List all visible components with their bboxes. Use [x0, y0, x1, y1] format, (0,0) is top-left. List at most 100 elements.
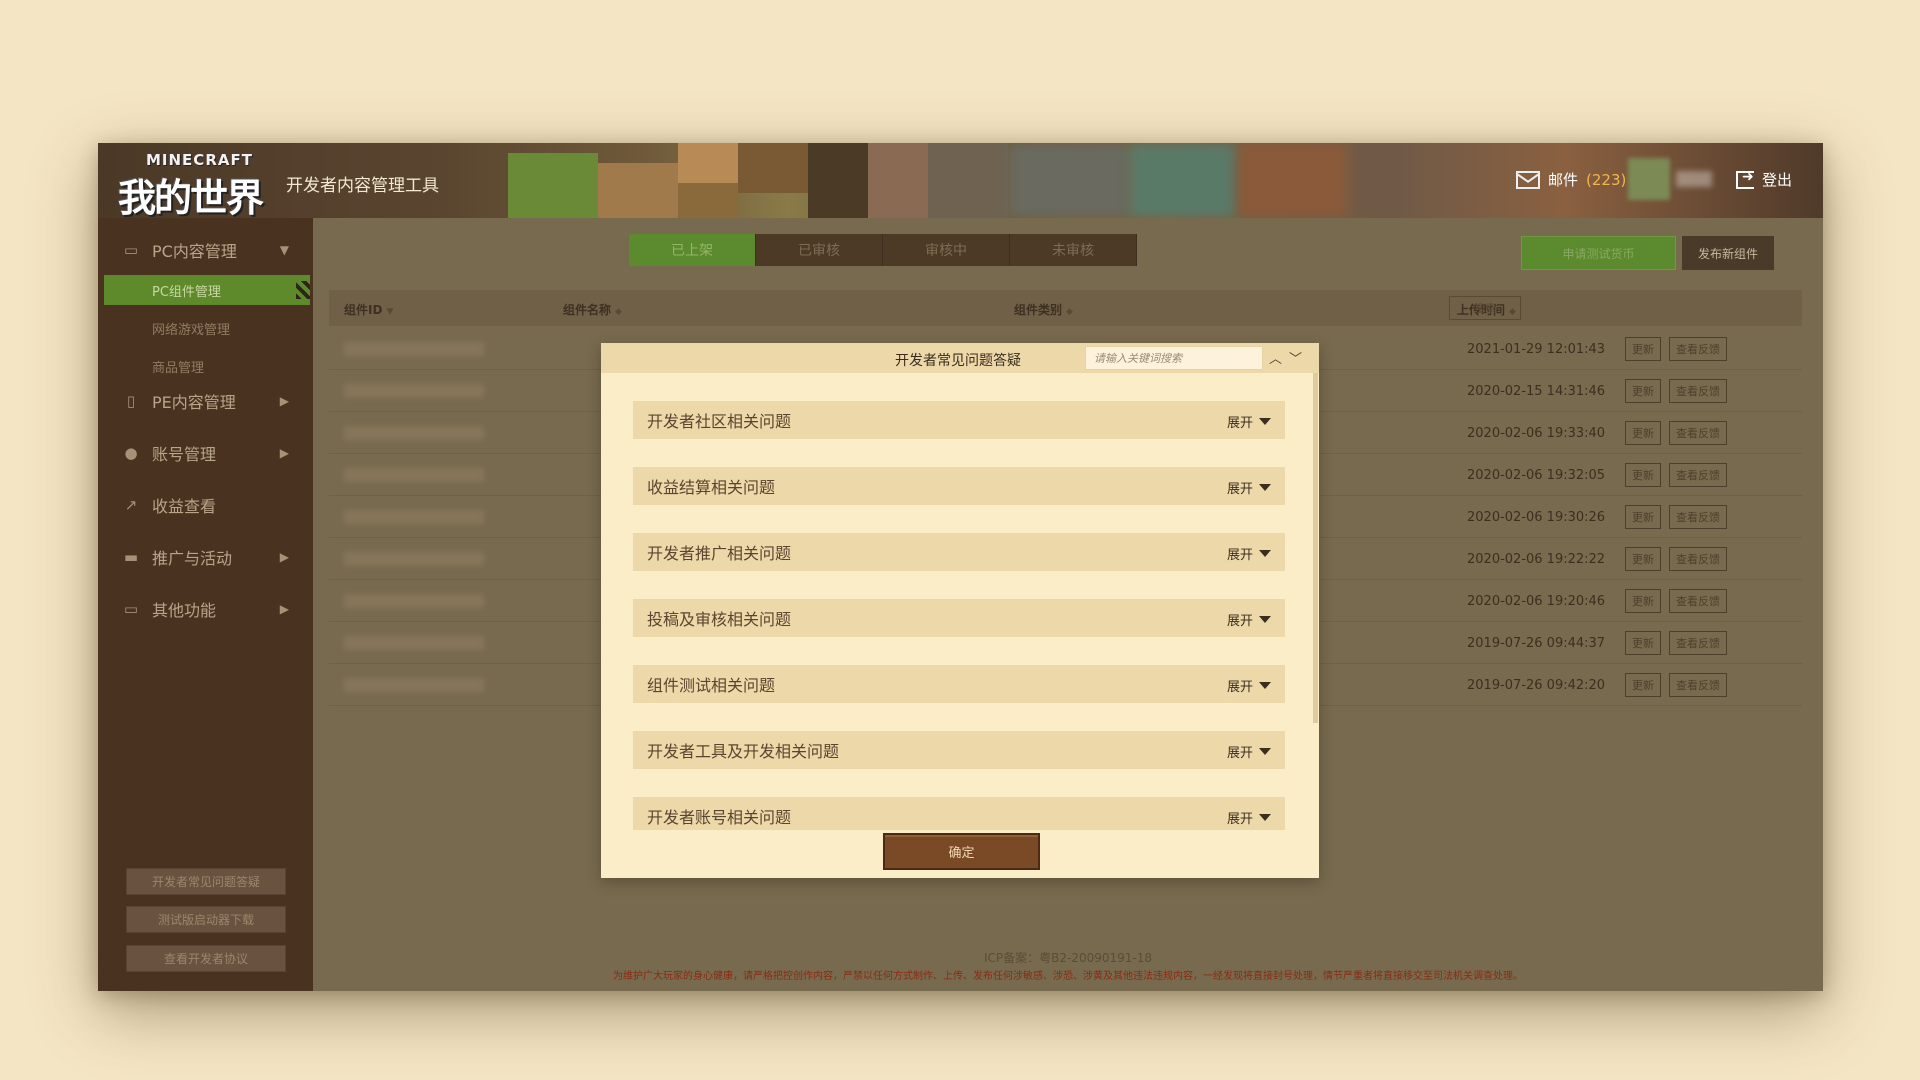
avatar[interactable] — [1628, 158, 1670, 200]
faq-item[interactable]: 开发者推广相关问题 展开 — [633, 533, 1285, 571]
expand-toggle[interactable]: 展开 — [1227, 412, 1271, 431]
update-button[interactable]: 更新 — [1625, 463, 1661, 487]
tab-listed[interactable]: 已上架 — [629, 234, 756, 266]
column-header-category[interactable]: 组件类别 ◆ — [1014, 301, 1073, 318]
blurred-id — [344, 342, 484, 356]
faq-label: 开发者社区相关问题 — [647, 412, 792, 431]
expand-toggle[interactable]: 展开 — [1227, 544, 1271, 563]
blurred-id — [344, 510, 484, 524]
blurred-id — [344, 678, 484, 692]
logo-cn: 我的世界 — [118, 176, 264, 218]
chevron-down-icon[interactable]: ﹀ — [1289, 348, 1302, 367]
publish-component-button[interactable]: 发布新组件 — [1682, 236, 1774, 270]
view-feedback-button[interactable]: 查看反馈 — [1669, 505, 1727, 529]
update-button[interactable]: 更新 — [1625, 505, 1661, 529]
tools-icon: ▭ — [123, 600, 139, 618]
faq-button[interactable]: 开发者常见问题答疑 — [126, 868, 286, 895]
expand-label: 展开 — [1226, 614, 1253, 629]
expand-toggle[interactable]: 展开 — [1227, 610, 1271, 629]
sidebar-item-other[interactable]: ▭ 其他功能 ▶ — [98, 591, 313, 627]
chevron-down-icon: ▼ — [279, 243, 289, 257]
confirm-button[interactable]: 确定 — [883, 833, 1040, 870]
faq-item[interactable]: 开发者账号相关问题 展开 — [633, 797, 1285, 830]
sidebar-item-pc[interactable]: ▭ PC内容管理 ▼ — [98, 232, 313, 268]
sidebar-subitem-network-games[interactable]: 网络游戏管理 — [104, 313, 310, 343]
expand-toggle[interactable]: 展开 — [1227, 676, 1271, 695]
tab-unreviewed[interactable]: 未审核 — [1010, 234, 1137, 266]
faq-item[interactable]: 收益结算相关问题 展开 — [633, 467, 1285, 505]
sidebar-item-label: PE内容管理 — [152, 393, 236, 412]
update-button[interactable]: 更新 — [1625, 421, 1661, 445]
table-header: 组件ID ▼ 组件名称 ◆ 组件类别 ◆ 上传时间 ◆ 搜索 — [329, 290, 1802, 326]
column-label: 组件名称 — [563, 303, 612, 317]
blurred-id — [344, 384, 484, 398]
sidebar-item-income[interactable]: ↗ 收益查看 — [98, 487, 313, 523]
view-feedback-button[interactable]: 查看反馈 — [1669, 421, 1727, 445]
sidebar-item-promo[interactable]: ▬ 推广与活动 ▶ — [98, 539, 313, 575]
tab-reviewing[interactable]: 审核中 — [883, 234, 1010, 266]
search-button[interactable]: 搜索 — [1449, 296, 1521, 320]
sort-icon: ▼ — [386, 307, 394, 317]
modal-header: 开发者常见问题答疑 请输入关键词搜索 ︿ ﹀ — [601, 343, 1319, 373]
logout-icon — [1736, 169, 1754, 189]
faq-modal: 开发者常见问题答疑 请输入关键词搜索 ︿ ﹀ 开发者社区相关问题 展开 收益结算… — [601, 343, 1319, 878]
upload-time: 2020-02-06 19:20:46 — [1467, 594, 1606, 609]
chevron-up-icon[interactable]: ︿ — [1269, 348, 1282, 367]
column-header-name[interactable]: 组件名称 ◆ — [563, 301, 622, 318]
view-feedback-button[interactable]: 查看反馈 — [1669, 337, 1727, 361]
sidebar-subitem-products[interactable]: 商品管理 — [104, 351, 310, 381]
update-button[interactable]: 更新 — [1625, 547, 1661, 571]
caret-down-icon — [1259, 616, 1271, 623]
logout-label: 登出 — [1762, 171, 1793, 189]
sidebar-item-label: 账号管理 — [152, 445, 217, 464]
update-button[interactable]: 更新 — [1625, 673, 1661, 697]
expand-toggle[interactable]: 展开 — [1227, 742, 1271, 761]
mail-link[interactable]: 邮件 (223) — [1516, 169, 1626, 190]
faq-item[interactable]: 投稿及审核相关问题 展开 — [633, 599, 1285, 637]
upload-time: 2020-02-06 19:32:05 — [1467, 468, 1606, 483]
view-feedback-button[interactable]: 查看反馈 — [1669, 673, 1727, 697]
header-bar: MINECRAFT 我的世界 开发者内容管理工具 邮件 (223) 登出 — [98, 143, 1823, 218]
blurred-id — [344, 426, 484, 440]
view-feedback-button[interactable]: 查看反馈 — [1669, 463, 1727, 487]
caret-down-icon — [1259, 418, 1271, 425]
expand-toggle[interactable]: 展开 — [1227, 478, 1271, 497]
logout-button[interactable]: 登出 — [1736, 169, 1792, 190]
faq-item[interactable]: 组件测试相关问题 展开 — [633, 665, 1285, 703]
view-feedback-button[interactable]: 查看反馈 — [1669, 631, 1727, 655]
update-button[interactable]: 更新 — [1625, 631, 1661, 655]
chevron-right-icon: ▶ — [279, 446, 289, 460]
view-feedback-button[interactable]: 查看反馈 — [1669, 589, 1727, 613]
chevron-right-icon: ▶ — [279, 394, 289, 408]
sidebar-item-label: PC内容管理 — [152, 242, 237, 261]
faq-item[interactable]: 开发者工具及开发相关问题 展开 — [633, 731, 1285, 769]
sidebar-subitem-pc-components[interactable]: PC组件管理 — [104, 275, 310, 305]
sidebar-item-pe[interactable]: ▯ PE内容管理 ▶ — [98, 383, 313, 419]
faq-search-input[interactable]: 请输入关键词搜索 — [1085, 346, 1263, 370]
faq-item[interactable]: 开发者社区相关问题 展开 — [633, 401, 1285, 439]
view-feedback-button[interactable]: 查看反馈 — [1669, 547, 1727, 571]
sidebar-item-label: 收益查看 — [152, 497, 217, 516]
apply-test-currency-button[interactable]: 申请测试货币 — [1521, 236, 1676, 270]
content-warning: 为维护广大玩家的身心健康，请严格把控创作内容，严禁以任何方式制作、上传、发布任何… — [613, 971, 1523, 982]
launcher-download-button[interactable]: 测试版启动器下载 — [126, 906, 286, 933]
sidebar-item-label: 其他功能 — [152, 601, 217, 620]
tab-approved[interactable]: 已审核 — [756, 234, 883, 266]
caret-down-icon — [1259, 682, 1271, 689]
sidebar-item-account[interactable]: ● 账号管理 ▶ — [98, 435, 313, 471]
caret-down-icon — [1259, 550, 1271, 557]
minecraft-logo[interactable]: MINECRAFT 我的世界 — [118, 151, 268, 218]
column-header-id[interactable]: 组件ID ▼ — [344, 301, 393, 318]
modal-scrollbar[interactable] — [1313, 373, 1318, 723]
blurred-id — [344, 594, 484, 608]
status-tabs: 已上架 已审核 审核中 未审核 — [629, 234, 1137, 266]
expand-toggle[interactable]: 展开 — [1227, 808, 1271, 827]
update-button[interactable]: 更新 — [1625, 379, 1661, 403]
update-button[interactable]: 更新 — [1625, 589, 1661, 613]
view-feedback-button[interactable]: 查看反馈 — [1669, 379, 1727, 403]
developer-agreement-button[interactable]: 查看开发者协议 — [126, 945, 286, 972]
update-button[interactable]: 更新 — [1625, 337, 1661, 361]
monitor-icon: ▭ — [123, 241, 139, 259]
column-label: 组件ID — [344, 303, 383, 317]
sidebar-subitem-label: 商品管理 — [152, 360, 205, 376]
